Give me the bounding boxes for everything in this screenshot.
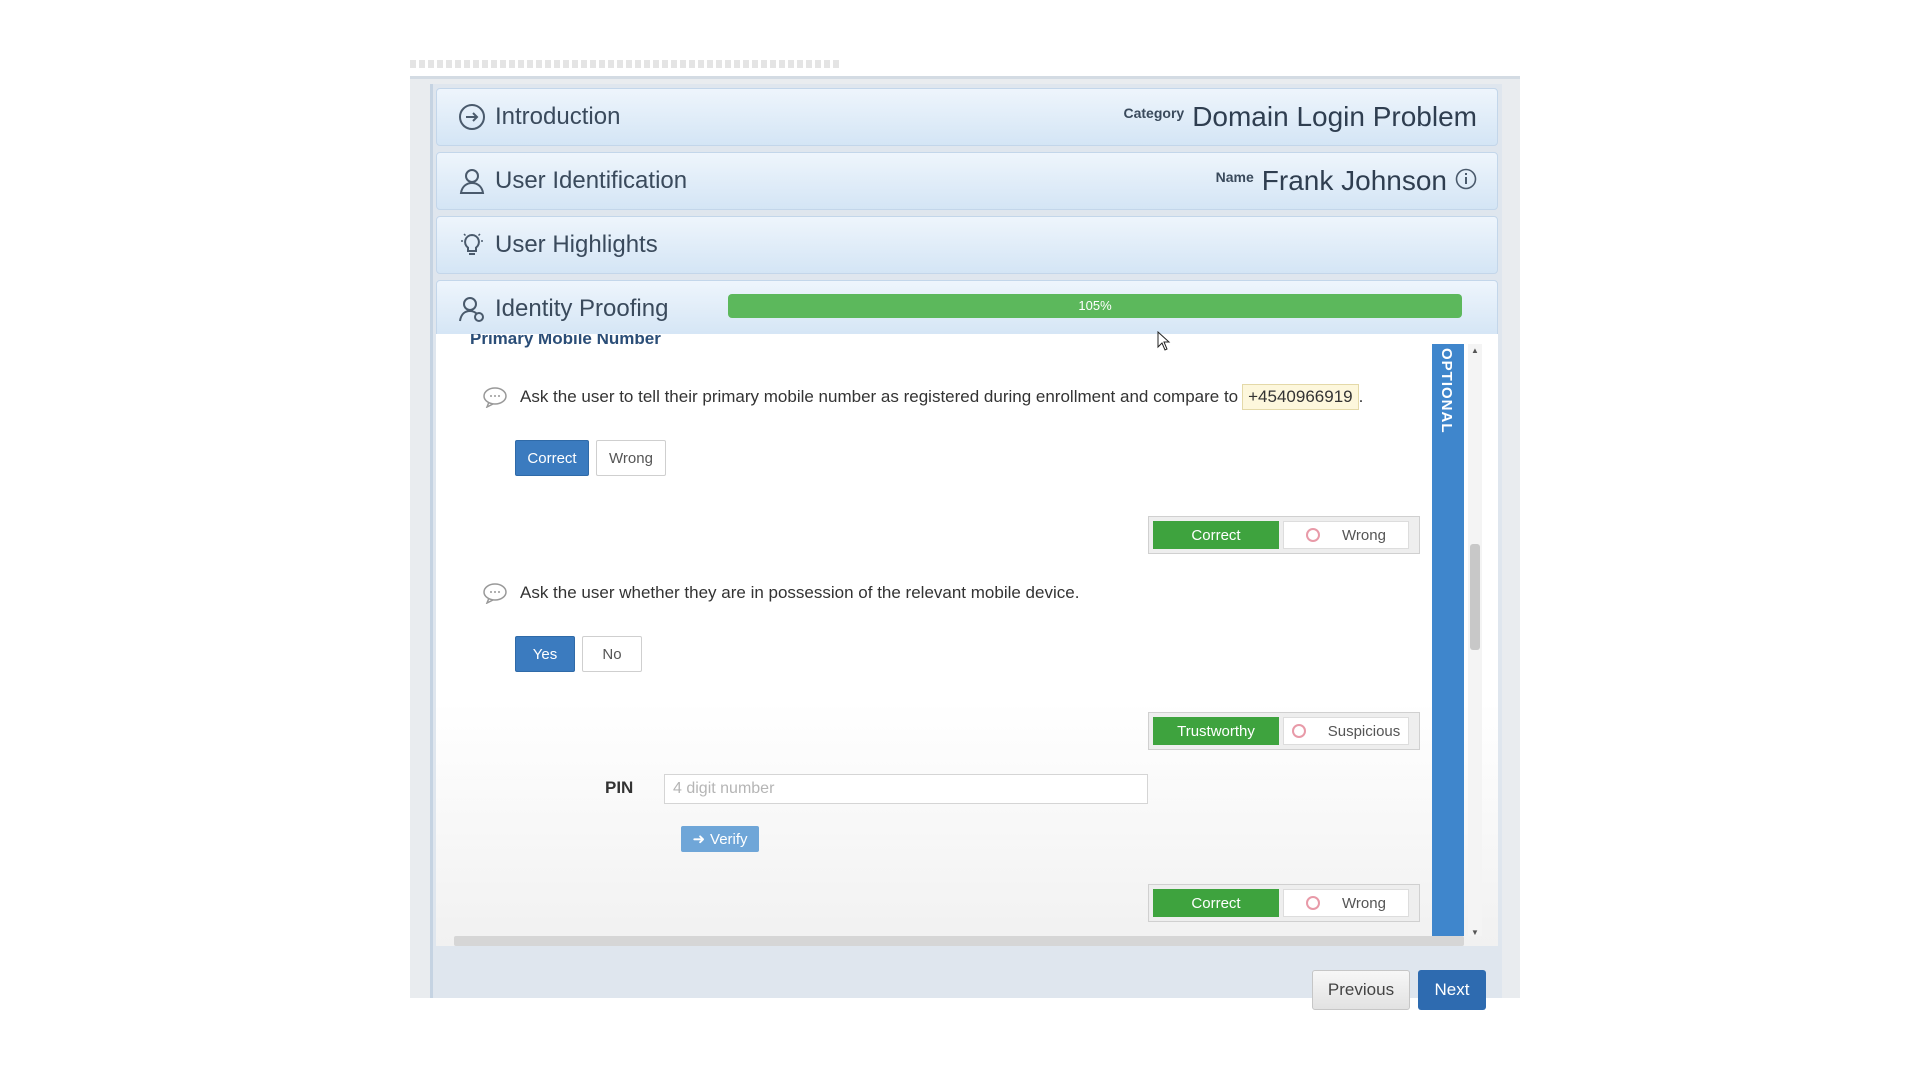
- judge-wrong-button[interactable]: Wrong: [1283, 521, 1409, 549]
- accordion-title: Introduction: [495, 103, 621, 130]
- judge-group-1: Correct Wrong: [1148, 516, 1420, 554]
- arrow-circle-icon: [457, 102, 487, 132]
- thumb-down-icon: [1306, 528, 1321, 542]
- judge-wrong-label: Wrong: [1342, 526, 1386, 544]
- scroll-up-icon[interactable]: ▲: [1471, 346, 1479, 355]
- mouse-cursor-icon: [1157, 331, 1171, 351]
- judge-wrong-label: Wrong: [1342, 894, 1386, 912]
- accordion-introduction[interactable]: Introduction Category Domain Login Probl…: [436, 88, 1498, 146]
- accordion-user-identification[interactable]: User Identification Name Frank Johnson: [436, 152, 1498, 210]
- speech-bubble-icon: [483, 387, 507, 408]
- pin-input[interactable]: [664, 774, 1148, 804]
- name-label: Name: [1215, 169, 1254, 185]
- next-button[interactable]: Next: [1418, 970, 1486, 1010]
- category-label: Category: [1123, 105, 1185, 121]
- optional-side-tab[interactable]: OPTIONAL: [1432, 344, 1464, 936]
- pin-label: PIN: [605, 778, 634, 797]
- verify-button[interactable]: ➜ Verify: [681, 826, 759, 852]
- info-icon[interactable]: [1455, 168, 1477, 195]
- judge-trustworthy-button[interactable]: Trustworthy: [1153, 717, 1279, 745]
- question-mobile-number: Ask the user to tell their primary mobil…: [482, 384, 1363, 410]
- scroll-down-icon[interactable]: ▼: [1471, 928, 1479, 937]
- user-icon: [457, 166, 487, 196]
- vertical-scroll-thumb[interactable]: [1470, 544, 1480, 650]
- name-value: Frank Johnson: [1261, 165, 1447, 196]
- answer-correct-button[interactable]: Correct: [515, 440, 589, 476]
- optional-label: OPTIONAL: [1438, 348, 1455, 434]
- question-device-possession: Ask the user whether they are in possess…: [482, 582, 1079, 604]
- judge-correct-button[interactable]: Correct: [1153, 889, 1279, 917]
- speech-bubble-icon: [483, 583, 507, 604]
- judge-wrong-button[interactable]: Wrong: [1283, 889, 1409, 917]
- answer-wrong-button[interactable]: Wrong: [596, 440, 666, 476]
- accordion-title: Identity Proofing: [495, 295, 669, 322]
- accordion-title: User Identification: [495, 167, 688, 194]
- answer-no-button[interactable]: No: [582, 636, 642, 672]
- lightbulb-icon: [457, 230, 487, 260]
- address-bar-blur: [410, 60, 840, 68]
- question-text: Ask the user whether they are in possess…: [520, 583, 1080, 602]
- user-check-icon: [457, 294, 487, 324]
- accordion-title: User Highlights: [495, 231, 658, 258]
- previous-button[interactable]: Previous: [1312, 970, 1410, 1010]
- horizontal-scrollbar[interactable]: [454, 936, 1464, 946]
- thumb-down-icon: [1306, 896, 1321, 910]
- arrow-right-icon: ➜: [692, 831, 706, 848]
- answer-yes-button[interactable]: Yes: [515, 636, 575, 672]
- thumb-down-icon: [1291, 724, 1306, 738]
- accordion-user-highlights[interactable]: User Highlights: [436, 216, 1498, 274]
- question-text: Ask the user to tell their primary mobil…: [520, 387, 1239, 406]
- expected-mobile-number: +4540966919: [1242, 384, 1359, 410]
- verify-label: Verify: [710, 830, 748, 848]
- judge-correct-button[interactable]: Correct: [1153, 521, 1279, 549]
- category-value: Domain Login Problem: [1192, 101, 1477, 132]
- judge-suspicious-button[interactable]: Suspicious: [1283, 717, 1409, 745]
- section-title: Primary Mobile Number: [470, 334, 661, 348]
- judge-group-3: Correct Wrong: [1148, 884, 1420, 922]
- question-suffix: .: [1358, 387, 1364, 406]
- judge-group-2: Trustworthy Suspicious: [1148, 712, 1420, 750]
- judge-suspicious-label: Suspicious: [1327, 722, 1401, 740]
- progress-bar: 105%: [728, 294, 1462, 318]
